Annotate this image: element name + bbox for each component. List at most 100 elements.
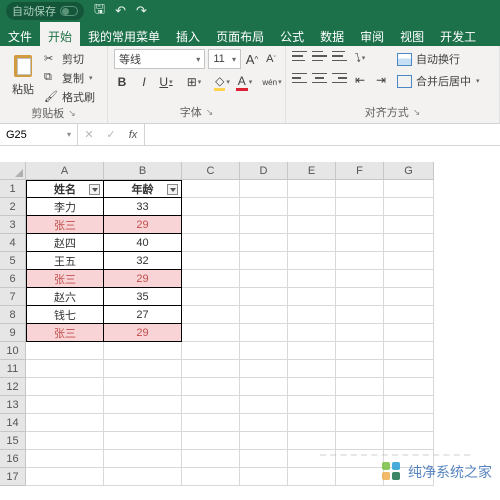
cell[interactable] <box>336 468 384 486</box>
cell[interactable]: 钱七 <box>26 306 104 324</box>
cell[interactable] <box>104 432 182 450</box>
cell[interactable] <box>26 432 104 450</box>
cell[interactable] <box>240 216 288 234</box>
confirm-formula-button[interactable]: ✓ <box>100 128 122 141</box>
cell[interactable] <box>182 450 240 468</box>
align-top-button[interactable] <box>292 49 307 63</box>
cell[interactable] <box>288 288 336 306</box>
align-center-button[interactable] <box>312 71 327 85</box>
cell[interactable] <box>104 396 182 414</box>
name-box[interactable]: G25 ▾ <box>0 124 78 145</box>
shrink-font-button[interactable]: Aˇ <box>263 50 279 68</box>
row-header[interactable]: 17 <box>0 468 26 486</box>
column-header[interactable]: D <box>240 162 288 180</box>
cell[interactable] <box>336 342 384 360</box>
row-header[interactable]: 14 <box>0 414 26 432</box>
cell[interactable]: 张三 <box>26 324 104 342</box>
cell[interactable] <box>384 252 434 270</box>
formula-bar-input[interactable] <box>145 124 500 145</box>
cell[interactable] <box>336 270 384 288</box>
autosave-toggle[interactable]: 自动保存 <box>6 2 84 20</box>
cell[interactable] <box>240 342 288 360</box>
cell[interactable] <box>384 378 434 396</box>
cell[interactable] <box>240 450 288 468</box>
copy-button[interactable]: ⧉ 复制 ▾ <box>44 70 95 86</box>
cell[interactable] <box>288 180 336 198</box>
align-right-button[interactable] <box>332 71 347 85</box>
cell[interactable] <box>384 306 434 324</box>
cell[interactable] <box>26 396 104 414</box>
tab-4[interactable]: 页面布局 <box>208 22 272 46</box>
wrap-text-button[interactable]: 自动换行 <box>397 51 480 67</box>
cell[interactable] <box>182 360 240 378</box>
tab-1[interactable]: 开始 <box>40 22 80 46</box>
cell[interactable] <box>26 450 104 468</box>
cell[interactable] <box>384 414 434 432</box>
grow-font-button[interactable]: A^ <box>244 50 260 68</box>
cell[interactable] <box>104 468 182 486</box>
column-header[interactable]: B <box>104 162 182 180</box>
cell[interactable] <box>384 234 434 252</box>
cell[interactable] <box>104 450 182 468</box>
fill-color-button[interactable]: ◇▾ <box>214 73 230 91</box>
cell[interactable] <box>288 270 336 288</box>
tab-2[interactable]: 我的常用菜单 <box>80 22 168 46</box>
cell[interactable] <box>384 396 434 414</box>
cell[interactable] <box>336 252 384 270</box>
cell[interactable] <box>288 396 336 414</box>
phonetic-button[interactable]: wén▾ <box>264 73 280 91</box>
row-header[interactable]: 16 <box>0 450 26 468</box>
cell[interactable]: 27 <box>104 306 182 324</box>
cell[interactable] <box>182 342 240 360</box>
row-header[interactable]: 11 <box>0 360 26 378</box>
column-header[interactable]: E <box>288 162 336 180</box>
cell[interactable] <box>26 360 104 378</box>
cell[interactable] <box>384 360 434 378</box>
row-header[interactable]: 3 <box>0 216 26 234</box>
cell[interactable] <box>104 360 182 378</box>
cell[interactable] <box>384 288 434 306</box>
cell[interactable] <box>104 378 182 396</box>
cell[interactable] <box>288 450 336 468</box>
cell[interactable] <box>182 468 240 486</box>
align-bottom-button[interactable] <box>332 49 347 63</box>
cell[interactable] <box>384 198 434 216</box>
column-header[interactable]: G <box>384 162 434 180</box>
cell[interactable] <box>288 360 336 378</box>
tab-0[interactable]: 文件 <box>0 22 40 46</box>
row-header[interactable]: 7 <box>0 288 26 306</box>
cell[interactable] <box>336 180 384 198</box>
cancel-formula-button[interactable]: ✕ <box>78 128 100 141</box>
border-button[interactable]: ⊞▾ <box>186 73 202 91</box>
cell[interactable] <box>104 414 182 432</box>
cell[interactable] <box>384 324 434 342</box>
cell[interactable] <box>240 288 288 306</box>
tab-5[interactable]: 公式 <box>272 22 312 46</box>
cell[interactable]: 张三 <box>26 216 104 234</box>
align-middle-button[interactable] <box>312 49 327 63</box>
filter-dropdown-icon[interactable] <box>89 184 100 195</box>
cell[interactable] <box>384 432 434 450</box>
cell[interactable] <box>336 288 384 306</box>
cell[interactable] <box>336 450 384 468</box>
cell[interactable] <box>336 414 384 432</box>
row-header[interactable]: 2 <box>0 198 26 216</box>
cell[interactable] <box>240 360 288 378</box>
cell[interactable] <box>182 378 240 396</box>
cell[interactable] <box>288 468 336 486</box>
format-painter-button[interactable]: 🖌 格式刷 <box>44 89 95 105</box>
cell[interactable] <box>336 396 384 414</box>
cell[interactable] <box>240 414 288 432</box>
row-header[interactable]: 10 <box>0 342 26 360</box>
row-header[interactable]: 13 <box>0 396 26 414</box>
cell[interactable] <box>182 288 240 306</box>
cell[interactable]: 29 <box>104 270 182 288</box>
align-left-button[interactable] <box>292 71 307 85</box>
cell[interactable] <box>182 270 240 288</box>
cell[interactable] <box>288 216 336 234</box>
cell[interactable] <box>182 198 240 216</box>
dialog-launcher-icon[interactable]: ↘ <box>68 108 76 119</box>
cell[interactable] <box>182 306 240 324</box>
redo-icon[interactable]: ↷ <box>136 3 147 19</box>
cell[interactable] <box>240 468 288 486</box>
